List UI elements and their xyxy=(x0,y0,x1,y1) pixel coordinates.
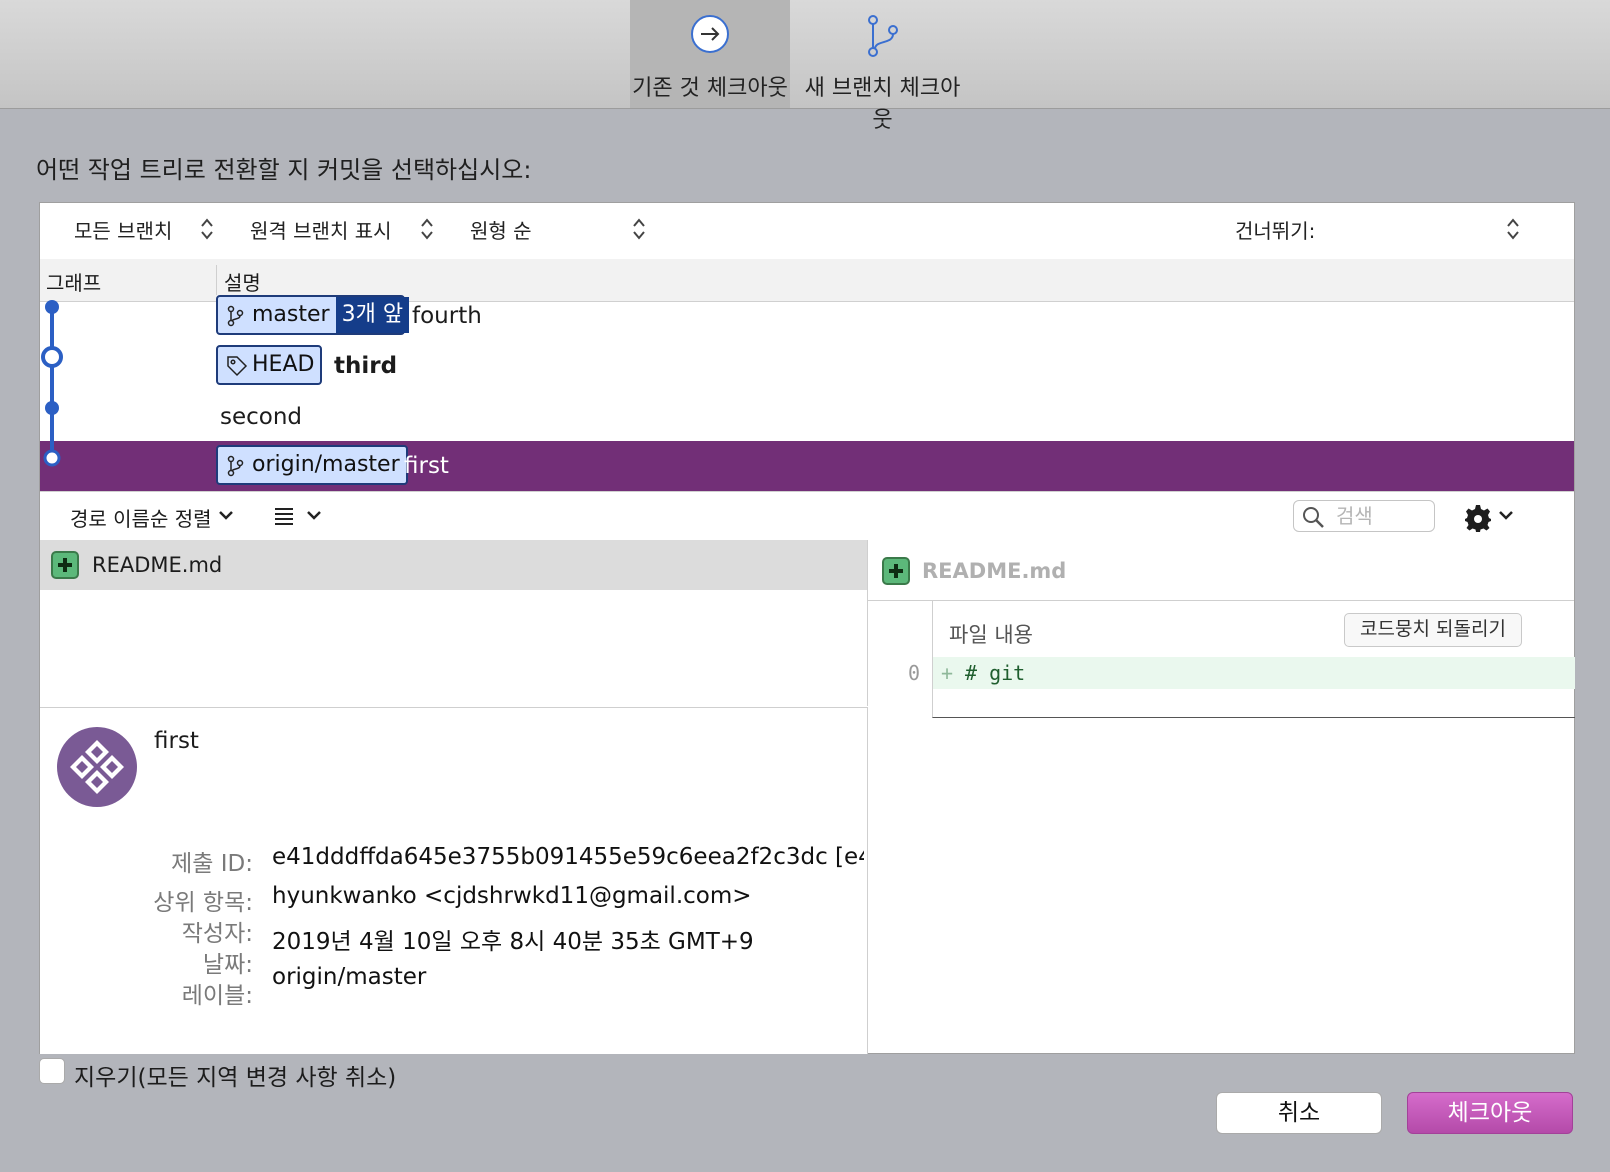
list-icon[interactable] xyxy=(274,506,294,526)
avatar xyxy=(57,727,137,807)
toolbar: 기존 것 체크아웃 새 브랜치 체크아웃 xyxy=(0,0,1610,133)
diff-file-header: README.md xyxy=(868,540,1574,601)
branch-tag-label: master xyxy=(252,302,330,327)
revert-hunk-button[interactable]: 코드뭉치 되돌리기 xyxy=(1344,613,1522,647)
labels-value: origin/master xyxy=(272,964,427,990)
cancel-button[interactable]: 취소 xyxy=(1216,1092,1382,1134)
file-row[interactable]: README.md xyxy=(40,540,867,590)
parent-label: 상위 항목: xyxy=(153,890,253,916)
updown-icon xyxy=(1507,218,1519,240)
discard-label: 지우기(모든 지역 변경 사항 취소) xyxy=(74,1065,397,1091)
commit-message-detail: first xyxy=(154,728,199,754)
updown-icon xyxy=(633,218,645,240)
commit-graph xyxy=(41,300,63,467)
chevron-down-icon xyxy=(307,511,321,520)
graph-node-head xyxy=(41,346,63,368)
commit-details: first 제출 ID: e41dddffda645e3755b091455e5… xyxy=(40,707,868,1054)
ahead-badge: 3개 앞 xyxy=(335,297,410,333)
author-label: 작성자: xyxy=(181,921,253,947)
remote-branch-tag-label: origin/master xyxy=(252,452,400,477)
commit-panel: 모든 브랜치 원격 브랜치 표시 원형 순 건너뛰기: 그래프 설명 maste… xyxy=(39,202,1575,1054)
tag-icon xyxy=(227,356,248,377)
updown-icon xyxy=(201,218,213,240)
branches-filter[interactable]: 모든 브랜치 xyxy=(74,215,172,244)
hunk-title: 파일 내용 xyxy=(949,623,1033,647)
diff-hunk: 파일 내용 코드뭉치 되돌리기 + # git xyxy=(932,601,1575,718)
branch-icon xyxy=(227,455,244,477)
gear-icon[interactable] xyxy=(1464,504,1492,532)
commit-message: first xyxy=(404,453,449,479)
diff-line-number: 0 xyxy=(908,661,921,685)
checkout-button[interactable]: 체크아웃 xyxy=(1407,1092,1573,1134)
head-tag: HEAD xyxy=(216,345,323,385)
checkout-existing-label: 기존 것 체크아웃 xyxy=(632,76,788,101)
remote-branch-tag: origin/master xyxy=(216,445,408,485)
diff-line: + # git xyxy=(933,657,1575,689)
sort-menu[interactable]: 경로 이름순 정렬 xyxy=(70,503,212,532)
commit-row[interactable]: master 3개 앞 fourth xyxy=(40,291,1574,343)
added-icon xyxy=(882,557,910,585)
file-name: README.md xyxy=(92,553,223,577)
labels-label: 레이블: xyxy=(181,983,253,1009)
updown-icon xyxy=(421,218,433,240)
diff-view: README.md 파일 내용 코드뭉치 되돌리기 + # git 0 xyxy=(868,540,1575,1053)
commit-id-label: 제출 ID: xyxy=(171,851,253,877)
prompt-text: 어떤 작업 트리로 전환할 지 커밋을 선택하십시오: xyxy=(36,156,532,184)
graph-node xyxy=(43,449,61,467)
added-icon xyxy=(51,551,79,579)
diff-line-text: # git xyxy=(965,661,1026,685)
chevron-down-icon xyxy=(1499,511,1513,520)
chevron-down-icon xyxy=(219,511,233,520)
parent-value: hyunkwanko <cjdshrwkd11@gmail.com> xyxy=(272,883,752,909)
commit-row[interactable]: second xyxy=(40,392,1574,444)
commit-id-value: e41dddffda645e3755b091455e59c6eea2f2c3dc… xyxy=(272,844,864,870)
date-value: 2019년 4월 10일 오후 8시 40분 35초 GMT+9 xyxy=(272,929,754,955)
file-toolbar: 경로 이름순 정렬 검색 xyxy=(40,491,1574,541)
head-tag-label: HEAD xyxy=(252,352,315,377)
search-icon xyxy=(1303,507,1324,528)
branch-icon xyxy=(227,305,244,327)
commit-message: fourth xyxy=(412,303,482,329)
branch-tag: master 3개 앞 xyxy=(216,295,410,335)
commit-row[interactable]: HEAD third xyxy=(40,341,1574,393)
discard-checkbox[interactable] xyxy=(39,1058,65,1084)
diff-file-name: README.md xyxy=(922,559,1067,583)
commit-message: second xyxy=(220,404,303,430)
checkout-new-branch-tab[interactable]: 새 브랜치 체크아웃 xyxy=(795,0,970,133)
commit-message: third xyxy=(334,353,398,379)
checkout-new-branch-label: 새 브랜치 체크아웃 xyxy=(804,76,961,133)
checkout-existing-tab[interactable]: 기존 것 체크아웃 xyxy=(630,0,790,108)
date-label: 날짜: xyxy=(202,952,253,978)
graph-node xyxy=(45,401,59,415)
arrow-right-circle-icon xyxy=(691,15,729,53)
branch-icon xyxy=(868,15,898,57)
file-list: README.md xyxy=(40,540,868,706)
diff-line-sign: + xyxy=(941,661,954,685)
graph-node xyxy=(45,300,59,314)
remote-branches-filter[interactable]: 원격 브랜치 표시 xyxy=(250,215,392,244)
commit-row-selected[interactable]: origin/master first xyxy=(40,441,1574,493)
order-filter[interactable]: 원형 순 xyxy=(470,215,532,244)
skip-filter[interactable]: 건너뛰기: xyxy=(1235,215,1315,244)
